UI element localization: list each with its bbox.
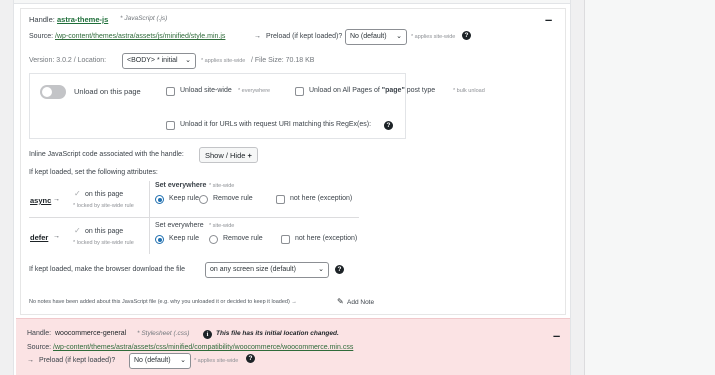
source-arrow: → [254,33,261,40]
preload-arrow: → [27,357,34,364]
remove-rule-radio[interactable] [209,235,218,244]
keep-rule-label: Keep rule [169,195,199,202]
not-here-label: not here (exception) [295,235,358,242]
handle-name[interactable]: woocommerce-general [55,330,126,337]
version-line: Version: 3.0.2 / Location: [29,57,107,64]
unload-page-label: Unload on this page [74,87,141,96]
handle-name[interactable]: astra-theme-js [57,15,108,24]
handle-type: * Stylesheet (.css) [137,330,190,337]
location-note: * applies site-wide [201,58,246,64]
not-here-checkbox[interactable] [281,235,290,244]
unload-site-checkbox[interactable] [166,87,175,96]
preload-label: Preload (if kept loaded)? [266,33,343,40]
unload-all-pages-note: * bulk unload [453,88,485,94]
keep-rule-radio[interactable] [155,195,164,204]
help-icon[interactable]: ? [462,31,471,40]
chevron-down-icon: ⌄ [185,57,191,64]
plus-icon: + [247,151,252,160]
unload-page-toggle[interactable] [40,85,66,99]
source-label: Source: [27,344,52,351]
unload-options-box: Unload on this page Unload site-wide * e… [29,73,485,139]
preload-note: * applies site-wide [411,34,456,40]
remove-rule-label: Remove rule [213,195,253,202]
right-sidebar [584,0,715,375]
notes-text: No notes have been added about this Java… [29,299,297,305]
keep-rule-radio[interactable] [155,235,164,244]
unload-site-note: * everywhere [238,88,271,94]
inline-js-label: Inline JavaScript code associated with t… [29,151,184,158]
chevron-down-icon: ⌄ [180,357,186,364]
attribute-arrow: → [53,196,60,203]
file-size: / File Size: 70.18 KB [251,57,315,64]
handle-label: Handle: [27,330,52,337]
preload-select[interactable]: No (default) ⌄ [129,353,191,369]
site-wide-note: * site-wide [209,223,235,229]
location-changed-note: This file has its initial location chang… [216,330,339,337]
assets-panel: Handle: astra-theme-js * JavaScript (.js… [13,0,571,375]
collapse-icon[interactable]: – [553,329,560,342]
remove-rule-label: Remove rule [223,235,263,242]
attribute-name: async [30,196,52,205]
download-label: If kept loaded, make the browser downloa… [29,266,186,273]
site-wide-note: * site-wide [209,183,235,189]
unload-site-label: Unload site-wide [180,87,232,94]
help-icon[interactable]: ? [384,121,393,130]
add-note-link[interactable]: Add Note [347,299,374,306]
set-everywhere-label: Set everywhere [155,182,207,189]
preload-label: Preload (if kept loaded)? [39,357,116,364]
unload-all-pages-checkbox[interactable] [295,87,304,96]
pencil-icon[interactable]: ✎ [337,297,344,306]
locked-note: * locked by site-wide rule [73,240,134,246]
on-this-page-label: on this page [85,191,124,198]
unload-regex-label: Unload it for URLs with request URI matc… [180,121,372,128]
attributes-intro: If kept loaded, set the following attrib… [29,169,158,176]
handle-type: * JavaScript (.js) [120,15,168,22]
source-link[interactable]: /wp-content/themes/astra/assets/js/minif… [55,33,225,40]
download-select[interactable]: on any screen size (default) ⌄ [205,262,329,278]
locked-note: * locked by site-wide rule [73,203,134,209]
asset-card-astra-theme-js: Handle: astra-theme-js * JavaScript (.js… [20,8,566,315]
info-icon: i [203,330,212,339]
asset-card-woocommerce-general: Handle: woocommerce-general * Stylesheet… [16,318,570,375]
location-select[interactable]: <BODY> * initial ⌄ [122,53,196,69]
handle-label: Handle: [29,15,55,24]
attribute-row-defer: defer → ✓ on this page * locked by site-… [29,218,359,254]
preload-note: * applies site-wide [194,358,239,364]
not-here-checkbox[interactable] [276,195,285,204]
top-strip [14,0,570,4]
not-here-label: not here (exception) [290,195,353,202]
attribute-arrow: → [53,233,60,240]
help-icon[interactable]: ? [335,265,344,274]
unload-regex-checkbox[interactable] [166,121,175,130]
check-icon: ✓ [74,189,81,198]
unload-all-pages-label: Unload on All Pages of "page" post type [309,87,436,94]
check-icon: ✓ [74,226,81,235]
help-icon[interactable]: ? [246,354,255,363]
chevron-down-icon: ⌄ [318,266,324,273]
attribute-row-async: async → ✓ on this page * locked by site-… [29,181,359,218]
set-everywhere-label: Set everywhere [155,222,204,229]
source-link[interactable]: /wp-content/themes/astra/assets/css/mini… [53,344,353,351]
keep-rule-label: Keep rule [169,235,199,242]
source-label: Source: [29,33,54,40]
on-this-page-label: on this page [85,228,124,235]
preload-select[interactable]: No (default) ⌄ [345,29,407,45]
show-hide-button[interactable]: Show / Hide + [199,147,258,163]
collapse-icon[interactable]: – [545,13,552,26]
remove-rule-radio[interactable] [199,195,208,204]
chevron-down-icon: ⌄ [396,33,402,40]
attribute-name: defer [30,233,49,242]
